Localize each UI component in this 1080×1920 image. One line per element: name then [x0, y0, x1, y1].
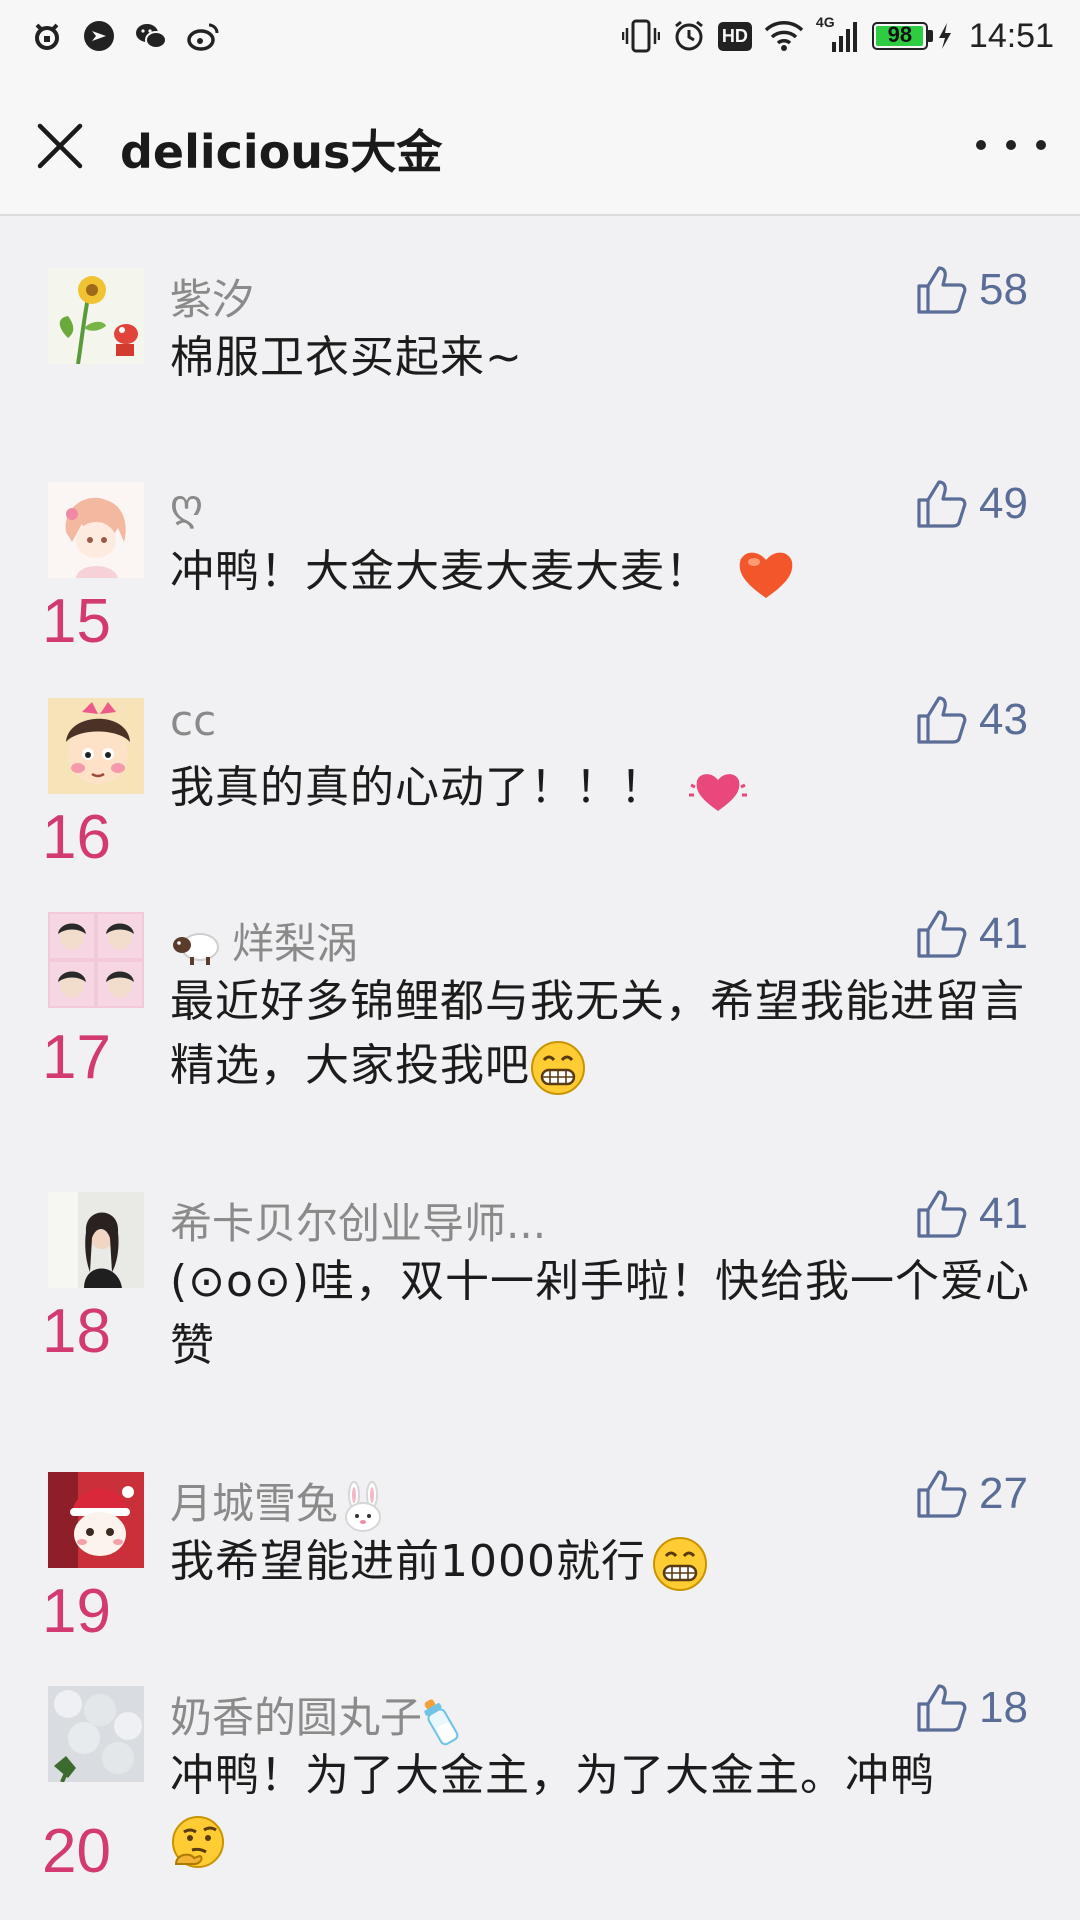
cell-signal-icon: 4G	[816, 14, 860, 54]
like-button[interactable]: 43	[915, 690, 1028, 750]
comment-text: 最近好多锦鲤都与我无关，希望我能进留言精选，大家投我吧	[170, 970, 1040, 1098]
status-bar: HD 4G 98 14:51	[0, 0, 1080, 72]
like-button[interactable]: 41	[915, 1184, 1028, 1244]
thumbs-up-icon	[917, 910, 967, 958]
sheep-emoji-icon	[173, 932, 219, 965]
comment-text: 棉服卫衣买起来~	[170, 332, 523, 383]
comment-text: 冲鸭！大金大麦大麦大麦！	[170, 540, 1040, 604]
system-status: HD 4G 98 14:51	[621, 14, 1054, 58]
rank-number: 20	[42, 1817, 111, 1886]
comment-author[interactable]: 烊梨涡	[170, 910, 358, 971]
avatar[interactable]	[48, 268, 144, 364]
more-dot-icon	[976, 140, 986, 150]
comment-author[interactable]: 紫汐	[170, 266, 254, 327]
comment-author[interactable]: ღ	[170, 480, 203, 529]
avatar[interactable]	[48, 482, 144, 578]
comment-list: 紫汐 58 棉服卫衣买起来~ 15 ღ 49 冲鸭！大金大麦大麦大麦！ 16 c…	[0, 216, 1080, 1920]
close-icon	[37, 123, 83, 169]
avatar[interactable]	[48, 1686, 144, 1782]
rank-number: 15	[42, 587, 111, 656]
like-button[interactable]: 27	[915, 1464, 1028, 1524]
comment-text: 我真的真的心动了！！！	[170, 756, 1040, 820]
charging-icon	[938, 23, 951, 49]
like-count: 18	[979, 1683, 1028, 1732]
vibrate-icon	[621, 19, 660, 53]
page-title: delicious大金	[120, 125, 443, 179]
comment-text: 我希望能进前1000就行	[170, 1530, 1040, 1594]
thumbs-up-icon	[917, 1684, 967, 1732]
message-app-icon	[84, 21, 114, 51]
like-count: 41	[979, 909, 1028, 958]
baby-bottle-emoji-icon	[424, 1698, 459, 1745]
nav-bar: delicious大金	[0, 72, 1080, 216]
avatar[interactable]	[48, 1472, 144, 1568]
wechat-icon	[136, 24, 167, 49]
comment-author[interactable]: cc	[170, 696, 216, 745]
like-button[interactable]: 49	[915, 474, 1028, 534]
avatar[interactable]	[48, 1192, 144, 1288]
rank-number: 17	[42, 1023, 111, 1092]
like-button[interactable]: 58	[915, 260, 1028, 320]
battery-icon: 98	[871, 22, 928, 50]
thumbs-up-icon	[917, 1470, 967, 1518]
avatar[interactable]	[48, 912, 144, 1008]
like-count: 58	[979, 265, 1028, 314]
like-button[interactable]: 41	[915, 904, 1028, 964]
like-count: 43	[979, 695, 1028, 744]
like-button[interactable]: 18	[915, 1678, 1028, 1738]
alarm-icon	[674, 20, 703, 51]
thumbs-up-icon	[917, 696, 967, 744]
notification-icons	[30, 16, 220, 56]
thinking-face-emoji-icon	[172, 1816, 224, 1868]
more-dot-icon	[1006, 140, 1016, 150]
grinning-face-emoji-icon	[652, 1537, 707, 1591]
alarm-app-icon	[35, 23, 59, 50]
thumbs-up-icon	[917, 266, 967, 314]
grinning-face-emoji-icon	[531, 1041, 585, 1095]
beating-heart-emoji-icon	[689, 774, 747, 811]
weibo-icon	[187, 23, 219, 51]
comment-text: (⊙o⊙)哇，双十一剁手啦！快给我一个爱心赞	[170, 1256, 1030, 1371]
comment-author[interactable]: 月城雪兔	[170, 1470, 386, 1533]
rank-number: 19	[42, 1577, 111, 1646]
thumbs-up-icon	[917, 1190, 967, 1238]
battery-level: 98	[887, 22, 913, 47]
like-count: 49	[979, 479, 1028, 528]
rank-number: 18	[42, 1297, 111, 1366]
thumbs-up-icon	[917, 480, 967, 528]
hd-icon: HD	[717, 21, 752, 51]
more-dot-icon	[1036, 140, 1046, 150]
wifi-icon	[764, 21, 804, 51]
like-count: 27	[979, 1469, 1028, 1518]
battery-indicator: 98	[871, 22, 953, 50]
comment-author[interactable]: 奶香的圆丸子	[170, 1684, 464, 1748]
rank-number: 16	[42, 803, 111, 872]
avatar[interactable]	[48, 698, 144, 794]
like-count: 41	[979, 1189, 1028, 1238]
comment-text: 冲鸭！为了大金主，为了大金主。冲鸭	[170, 1744, 1040, 1872]
more-options-button[interactable]	[976, 122, 1046, 168]
rabbit-emoji-icon	[345, 1480, 382, 1532]
close-button[interactable]	[32, 118, 88, 174]
clock: 14:51	[968, 16, 1054, 55]
comment-author[interactable]: 希卡贝尔创业导师...	[170, 1190, 546, 1251]
orange-heart-emoji-icon	[739, 552, 793, 598]
